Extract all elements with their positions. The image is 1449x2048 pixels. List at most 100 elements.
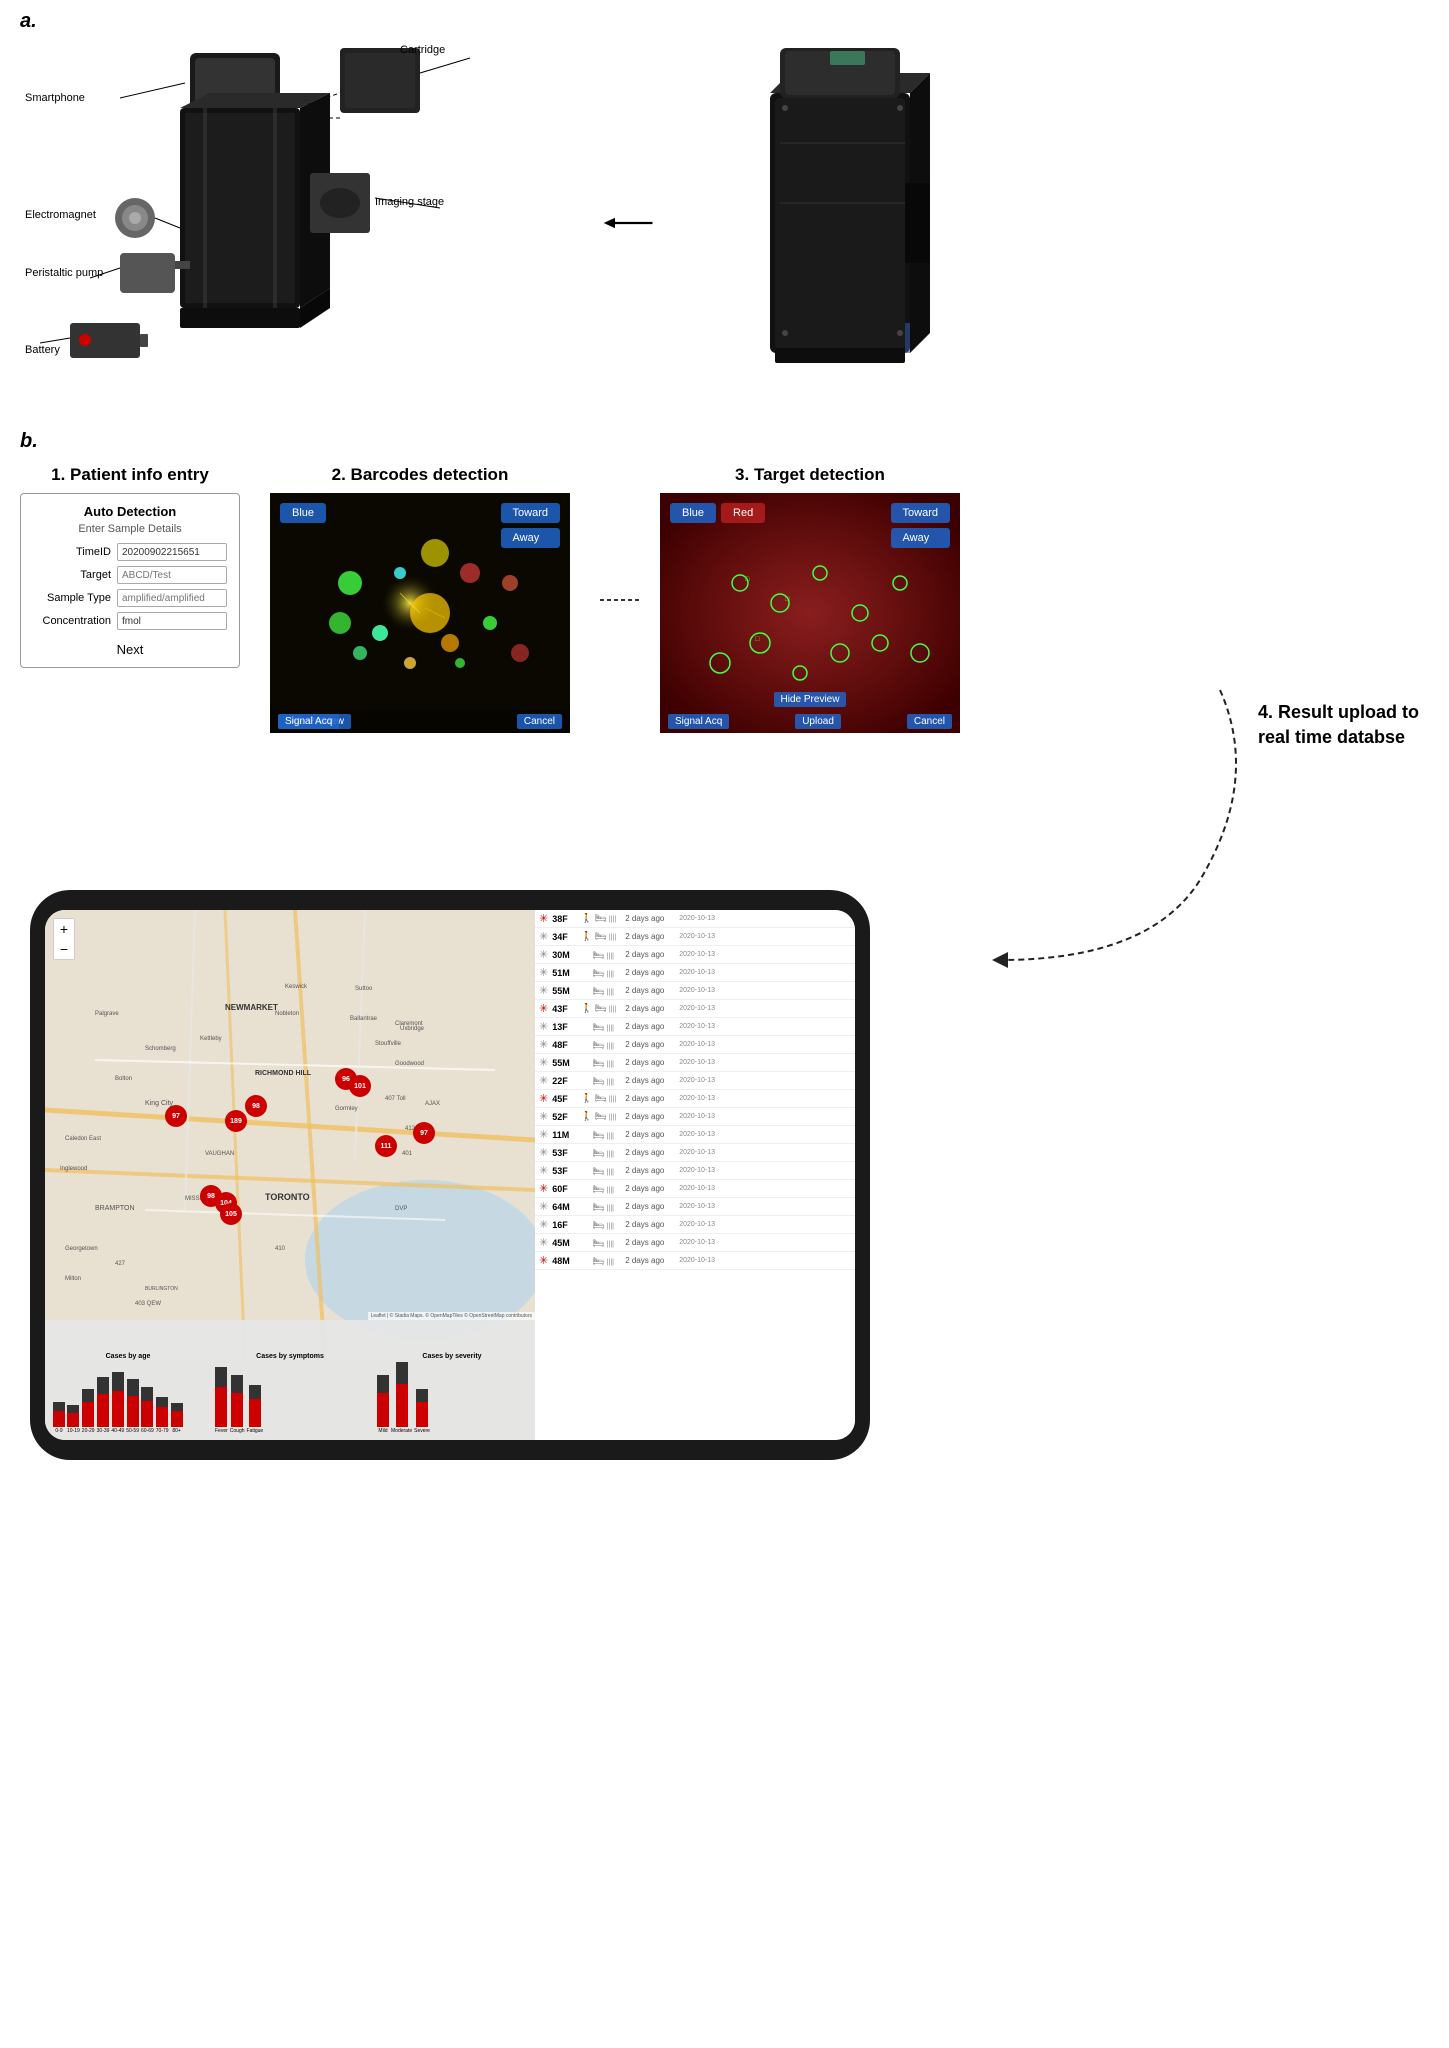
- svg-text:Bolton: Bolton: [115, 1076, 132, 1082]
- bar-item: 10-19: [67, 1405, 80, 1434]
- patient-icons: 🛏 ||||: [581, 1182, 621, 1195]
- section-b: b. 1. Patient info entry Auto Detection …: [20, 430, 1420, 733]
- map-attribution: Leaflet | © Stadia Maps. © OpenMapTiles …: [368, 1312, 535, 1320]
- patient-row[interactable]: ✳ 55M 🛏 |||| 2 days ago 2020-10-13: [535, 982, 855, 1000]
- patient-row[interactable]: ✳ 53F 🛏 |||| 2 days ago 2020-10-13: [535, 1144, 855, 1162]
- sample-type-input[interactable]: [117, 589, 227, 607]
- patient-time: 2 days ago: [625, 1238, 675, 1247]
- zoom-in-button[interactable]: +: [54, 919, 74, 939]
- patient-row[interactable]: ✳ 51M 🛏 |||| 2 days ago 2020-10-13: [535, 964, 855, 982]
- patient-row[interactable]: ✳ 34F 🚶 🛏 |||| 2 days ago 2020-10-13: [535, 928, 855, 946]
- section-a: a. Smartphone Cartrid: [20, 10, 1420, 403]
- map-marker: 98: [245, 1095, 267, 1117]
- map-marker: 105: [220, 1203, 242, 1225]
- patient-row[interactable]: ✳ 16F 🛏 |||| 2 days ago 2020-10-13: [535, 1216, 855, 1234]
- svg-text:Cartridge: Cartridge: [400, 44, 445, 56]
- away-btn-step3[interactable]: Away: [891, 528, 950, 548]
- patient-icons: 🛏 ||||: [581, 984, 621, 997]
- map-marker: 101: [349, 1075, 371, 1097]
- section-a-label: a.: [20, 10, 37, 32]
- patient-row[interactable]: ✳ 55M 🛏 |||| 2 days ago 2020-10-13: [535, 1054, 855, 1072]
- hide-preview-btn-step3[interactable]: Hide Preview: [774, 692, 847, 707]
- patient-row[interactable]: ✳ 45M 🛏 |||| 2 days ago 2020-10-13: [535, 1234, 855, 1252]
- patient-date: 2020-10-13: [679, 951, 715, 958]
- patient-row[interactable]: ✳ 11M 🛏 |||| 2 days ago 2020-10-13: [535, 1126, 855, 1144]
- concentration-row: Concentration: [36, 612, 224, 630]
- concentration-input[interactable]: [117, 612, 227, 630]
- signal-acq-btn-step3[interactable]: Signal Acq: [668, 714, 729, 729]
- patient-age: 64M: [552, 1202, 577, 1212]
- time-id-input[interactable]: [117, 543, 227, 561]
- svg-text:Goodwood: Goodwood: [395, 1061, 424, 1067]
- patient-icons: 🚶 🛏 ||||: [581, 1111, 621, 1122]
- sample-type-row: Sample Type: [36, 589, 224, 607]
- patient-date: 2020-10-13: [679, 1059, 715, 1066]
- patient-age: 11M: [552, 1130, 577, 1140]
- patient-row[interactable]: ✳ 48M 🛏 |||| 2 days ago 2020-10-13: [535, 1252, 855, 1270]
- patient-date: 2020-10-13: [679, 915, 715, 922]
- svg-text:AJAX: AJAX: [425, 1101, 440, 1107]
- steps-row: 1. Patient info entry Auto Detection Ent…: [20, 465, 1420, 733]
- patient-icons: 🛏 ||||: [581, 1020, 621, 1033]
- svg-text:Ballantrae: Ballantrae: [350, 1016, 378, 1022]
- patient-icons: 🛏 ||||: [581, 948, 621, 961]
- svg-text:Electromagnet: Electromagnet: [25, 209, 96, 221]
- patient-age: 38F: [552, 914, 577, 924]
- svg-text:Milton: Milton: [65, 1276, 81, 1282]
- patient-row[interactable]: ✳ 60F 🛏 |||| 2 days ago 2020-10-13: [535, 1180, 855, 1198]
- bar-item: 20-29: [82, 1389, 95, 1434]
- patient-date: 2020-10-13: [679, 1041, 715, 1048]
- svg-text:427: 427: [115, 1261, 126, 1267]
- patient-row[interactable]: ✳ 48F 🛏 |||| 2 days ago 2020-10-13: [535, 1036, 855, 1054]
- blue-btn-step2[interactable]: Blue: [280, 503, 326, 523]
- patient-row[interactable]: ✳ 45F 🚶 🛏 |||| 2 days ago 2020-10-13: [535, 1090, 855, 1108]
- svg-text:Keswick: Keswick: [285, 984, 308, 990]
- signal-acq-btn-step2[interactable]: Signal Acq: [278, 714, 339, 729]
- patient-date: 2020-10-13: [679, 1113, 715, 1120]
- patient-age: 55M: [552, 986, 577, 996]
- red-btn-step3[interactable]: Red: [721, 503, 765, 523]
- patient-date: 2020-10-13: [679, 1077, 715, 1084]
- patient-star-icon: ✳: [539, 1074, 548, 1087]
- patient-star-icon: ✳: [539, 1254, 548, 1267]
- step4-title: 4. Result upload toreal time databse: [1258, 702, 1419, 747]
- patient-age: 60F: [552, 1184, 577, 1194]
- blue-btn-step3[interactable]: Blue: [670, 503, 716, 523]
- patient-row[interactable]: ✳ 64M 🛏 |||| 2 days ago 2020-10-13: [535, 1198, 855, 1216]
- toward-btn-step2[interactable]: Toward: [501, 503, 560, 523]
- bar-item: Fever: [215, 1367, 228, 1434]
- patient-icons: 🛏 ||||: [581, 1218, 621, 1231]
- next-button[interactable]: Next: [36, 642, 224, 657]
- patient-date: 2020-10-13: [679, 987, 715, 994]
- patient-row[interactable]: ✳ 53F 🛏 |||| 2 days ago 2020-10-13: [535, 1162, 855, 1180]
- away-btn-step2[interactable]: Away: [501, 528, 560, 548]
- cancel-btn-step3[interactable]: Cancel: [907, 714, 952, 729]
- cancel-btn-step2[interactable]: Cancel: [517, 714, 562, 729]
- toward-btn-step3[interactable]: Toward: [891, 503, 950, 523]
- svg-text:401: 401: [402, 1151, 413, 1157]
- time-id-label: TimeID: [36, 546, 111, 558]
- patient-row[interactable]: ✳ 13F 🛏 |||| 2 days ago 2020-10-13: [535, 1018, 855, 1036]
- patient-row[interactable]: ✳ 22F 🛏 |||| 2 days ago 2020-10-13: [535, 1072, 855, 1090]
- patient-age: 53F: [552, 1148, 577, 1158]
- patient-time: 2 days ago: [625, 1058, 675, 1067]
- svg-text:410: 410: [275, 1246, 286, 1252]
- patient-time: 2 days ago: [625, 1022, 675, 1031]
- patient-row[interactable]: ✳ 52F 🚶 🛏 |||| 2 days ago 2020-10-13: [535, 1108, 855, 1126]
- patient-row[interactable]: ✳ 43F 🚶 🛏 |||| 2 days ago 2020-10-13: [535, 1000, 855, 1018]
- patient-icons: 🛏 ||||: [581, 1056, 621, 1069]
- patient-icons: 🛏 ||||: [581, 1254, 621, 1267]
- zoom-out-button[interactable]: −: [54, 939, 74, 959]
- patient-star-icon: ✳: [539, 948, 548, 961]
- patient-row[interactable]: ✳ 30M 🛏 |||| 2 days ago 2020-10-13: [535, 946, 855, 964]
- time-id-row: TimeID: [36, 543, 224, 561]
- auto-detect-title: Auto Detection: [36, 504, 224, 519]
- patient-row[interactable]: ✳ 38F 🚶 🛏 |||| 2 days ago 2020-10-13: [535, 910, 855, 928]
- patient-icons: 🛏 ||||: [581, 1074, 621, 1087]
- patient-time: 2 days ago: [625, 1148, 675, 1157]
- upload-btn-step3[interactable]: Upload: [795, 714, 841, 729]
- patient-icons: 🚶 🛏 ||||: [581, 1003, 621, 1014]
- bar-item: 60-69: [141, 1387, 154, 1434]
- map-zoom-controls[interactable]: + −: [53, 918, 75, 960]
- target-input[interactable]: [117, 566, 227, 584]
